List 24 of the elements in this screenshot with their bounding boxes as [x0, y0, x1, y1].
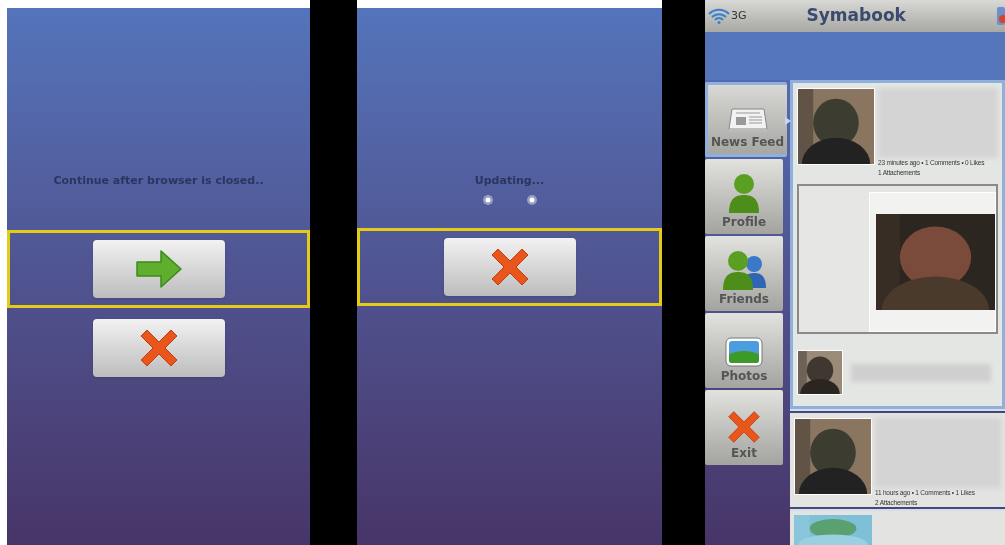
nav-item[interactable]: Exit — [705, 390, 783, 465]
nav-item[interactable]: Photos — [705, 313, 783, 388]
cancel-button[interactable] — [443, 237, 576, 296]
cancel-icon — [489, 246, 530, 287]
attachment-panel[interactable] — [797, 184, 998, 334]
cancel-button[interactable] — [92, 318, 225, 377]
app-icon — [997, 7, 1005, 25]
nav-item[interactable]: Friends — [705, 236, 783, 311]
wifi-icon — [708, 8, 730, 24]
app-title: Symabook — [806, 4, 906, 28]
people-icon — [722, 250, 766, 290]
landscape-photo-icon — [725, 337, 763, 367]
status-message: Continue after browser is closed.. — [52, 173, 265, 189]
loading-dots-icon — [481, 193, 538, 206]
network-label: 3G — [731, 7, 747, 24]
continue-button[interactable] — [92, 239, 225, 298]
arrow-right-icon — [134, 248, 183, 289]
nav-item[interactable]: Profile — [705, 159, 783, 234]
status-message: Updating... — [473, 173, 546, 189]
close-icon — [727, 410, 761, 444]
pointer-icon — [785, 117, 791, 125]
newspaper-icon — [727, 107, 768, 133]
person-icon — [728, 173, 760, 213]
cancel-icon — [138, 327, 179, 368]
